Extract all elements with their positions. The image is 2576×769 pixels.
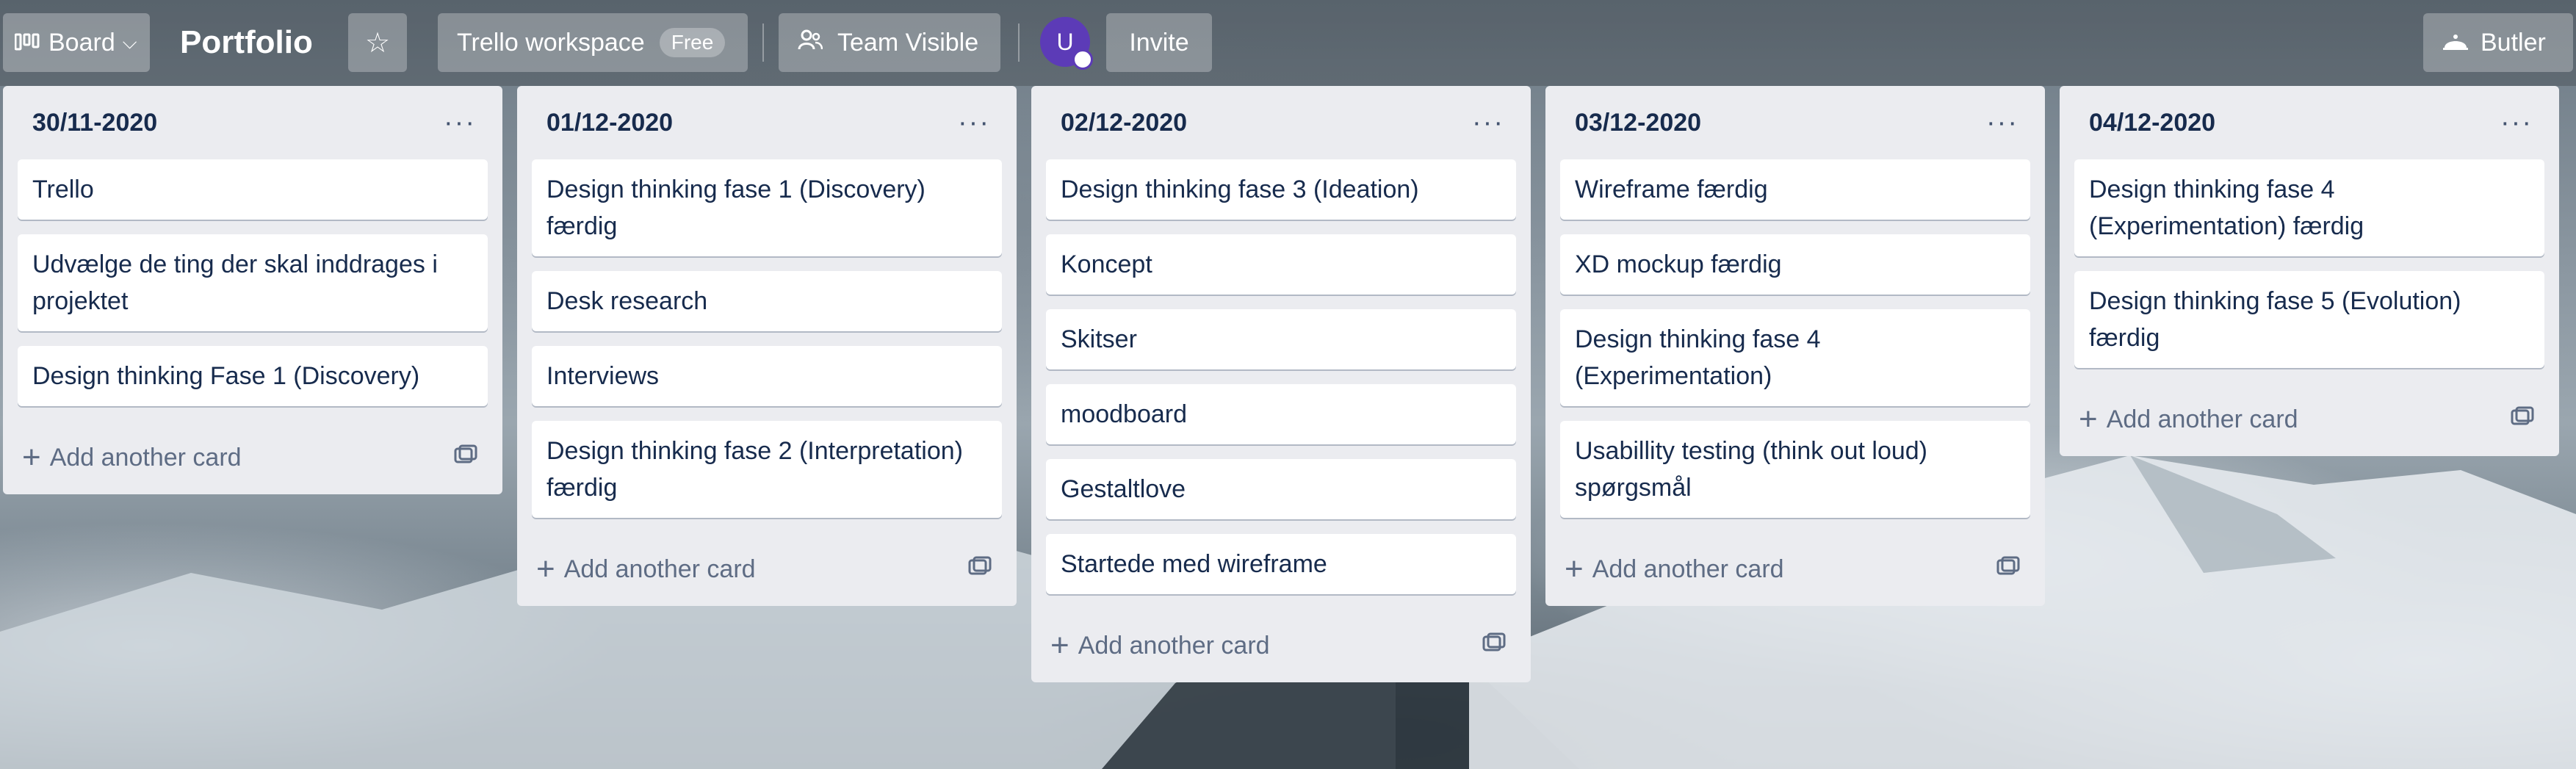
plus-icon: + xyxy=(2079,401,2098,437)
card[interactable]: Gestaltlove xyxy=(1046,459,1516,519)
list-header: 04/12-2020 ··· xyxy=(2060,86,2559,159)
card[interactable]: Desk research xyxy=(532,271,1002,331)
add-card-button[interactable]: + Add another card xyxy=(536,553,756,585)
list-header: 02/12-2020 ··· xyxy=(1031,86,1531,159)
list-header: 01/12-2020 ··· xyxy=(517,86,1017,159)
visibility-label: Team Visible xyxy=(837,28,979,57)
card[interactable]: Design thinking fase 5 (Evolution) færdi… xyxy=(2074,271,2544,368)
butler-button[interactable]: Butler xyxy=(2423,13,2573,72)
card[interactable]: Skitser xyxy=(1046,309,1516,369)
board-title[interactable]: Portfolio xyxy=(180,13,313,72)
card[interactable]: Udvælge de ting der skal inddrages i pro… xyxy=(18,234,488,331)
list-header: 03/12-2020 ··· xyxy=(1545,86,2045,159)
card-template-icon[interactable] xyxy=(968,556,992,582)
list-title[interactable]: 02/12-2020 xyxy=(1061,109,1187,137)
list-header: 30/11-2020 ··· xyxy=(3,86,502,159)
more-options-icon[interactable]: ··· xyxy=(1986,107,2018,139)
more-options-icon[interactable]: ··· xyxy=(444,107,476,139)
avatar-initial: U xyxy=(1056,28,1074,55)
add-card-label: Add another card xyxy=(2106,405,2298,433)
star-button[interactable]: ☆ xyxy=(348,13,407,72)
card[interactable]: moodboard xyxy=(1046,384,1516,444)
list-30-11-2020[interactable]: 30/11-2020 ··· Trello Udvælge de ting de… xyxy=(3,86,502,494)
more-options-icon[interactable]: ··· xyxy=(1472,107,1504,139)
plus-icon: + xyxy=(22,439,41,475)
list-01-12-2020[interactable]: 01/12-2020 ··· Design thinking fase 1 (D… xyxy=(517,86,1017,606)
card[interactable]: Koncept xyxy=(1046,234,1516,295)
add-card-label: Add another card xyxy=(49,443,242,472)
more-options-icon[interactable]: ··· xyxy=(958,107,990,139)
list-title[interactable]: 01/12-2020 xyxy=(546,109,673,137)
visibility-button[interactable]: Team Visible xyxy=(779,13,1000,72)
card[interactable]: Design thinking fase 4 (Experimentation) xyxy=(1560,309,2030,406)
plan-badge: Free xyxy=(659,28,726,57)
add-card-button[interactable]: + Add another card xyxy=(22,441,242,474)
add-card-button[interactable]: + Add another card xyxy=(1050,629,1270,662)
list-title[interactable]: 04/12-2020 xyxy=(2089,109,2215,137)
card-template-icon[interactable] xyxy=(454,444,477,471)
list-title[interactable]: 30/11-2020 xyxy=(32,109,157,137)
admin-badge-icon xyxy=(1072,49,1093,70)
butler-label: Butler xyxy=(2481,28,2546,57)
card-template-icon[interactable] xyxy=(1482,632,1506,659)
add-card-label: Add another card xyxy=(563,555,756,583)
invite-label: Invite xyxy=(1129,28,1189,57)
chevron-down-icon: ⌵ xyxy=(122,31,137,53)
invite-button[interactable]: Invite xyxy=(1106,13,1212,72)
plus-icon: + xyxy=(1565,551,1584,587)
board-header: Board ⌵ Portfolio ☆ Trello workspace Fre… xyxy=(0,0,2576,86)
card[interactable]: Wireframe færdig xyxy=(1560,159,2030,220)
add-card-button[interactable]: + Add another card xyxy=(2079,403,2298,436)
add-card-label: Add another card xyxy=(1592,555,1784,583)
card-template-icon[interactable] xyxy=(2511,406,2534,433)
list-04-12-2020[interactable]: 04/12-2020 ··· Design thinking fase 4 (E… xyxy=(2060,86,2559,456)
add-card-label: Add another card xyxy=(1078,631,1270,660)
card[interactable]: Usabillity testing (think out loud) spør… xyxy=(1560,421,2030,518)
workspace-label: Trello workspace xyxy=(457,28,645,57)
member-avatar[interactable]: U xyxy=(1040,17,1093,70)
list-title[interactable]: 03/12-2020 xyxy=(1575,109,1701,137)
butler-icon xyxy=(2442,29,2469,57)
card[interactable]: Design thinking fase 3 (Ideation) xyxy=(1046,159,1516,220)
plus-icon: + xyxy=(536,551,555,587)
add-card-row: + Add another card xyxy=(3,421,502,494)
card[interactable]: Interviews xyxy=(532,346,1002,406)
add-card-row: + Add another card xyxy=(1545,532,2045,606)
plus-icon: + xyxy=(1050,627,1069,663)
add-card-row: + Add another card xyxy=(2060,383,2559,456)
header-divider xyxy=(762,24,764,62)
add-card-row: + Add another card xyxy=(517,532,1017,606)
team-icon xyxy=(798,29,823,57)
board-view-label: Board xyxy=(48,28,115,57)
card[interactable]: Design thinking fase 1 (Discovery) færdi… xyxy=(532,159,1002,256)
card[interactable]: Startede med wireframe xyxy=(1046,534,1516,594)
card[interactable]: Trello xyxy=(18,159,488,220)
card[interactable]: Design thinking fase 4 (Experimentation)… xyxy=(2074,159,2544,256)
board-icon xyxy=(14,29,40,57)
add-card-button[interactable]: + Add another card xyxy=(1565,553,1784,585)
card-template-icon[interactable] xyxy=(1996,556,2020,582)
card[interactable]: XD mockup færdig xyxy=(1560,234,2030,295)
list-03-12-2020[interactable]: 03/12-2020 ··· Wireframe færdig XD mocku… xyxy=(1545,86,2045,606)
add-card-row: + Add another card xyxy=(1031,609,1531,682)
more-options-icon[interactable]: ··· xyxy=(2500,107,2533,139)
board-view-button[interactable]: Board ⌵ xyxy=(3,13,150,72)
workspace-button[interactable]: Trello workspace Free xyxy=(438,13,748,72)
header-divider xyxy=(1018,24,1020,62)
card[interactable]: Design thinking fase 2 (Interpretation) … xyxy=(532,421,1002,518)
list-02-12-2020[interactable]: 02/12-2020 ··· Design thinking fase 3 (I… xyxy=(1031,86,1531,682)
star-icon: ☆ xyxy=(364,27,391,59)
card[interactable]: Design thinking Fase 1 (Discovery) xyxy=(18,346,488,406)
